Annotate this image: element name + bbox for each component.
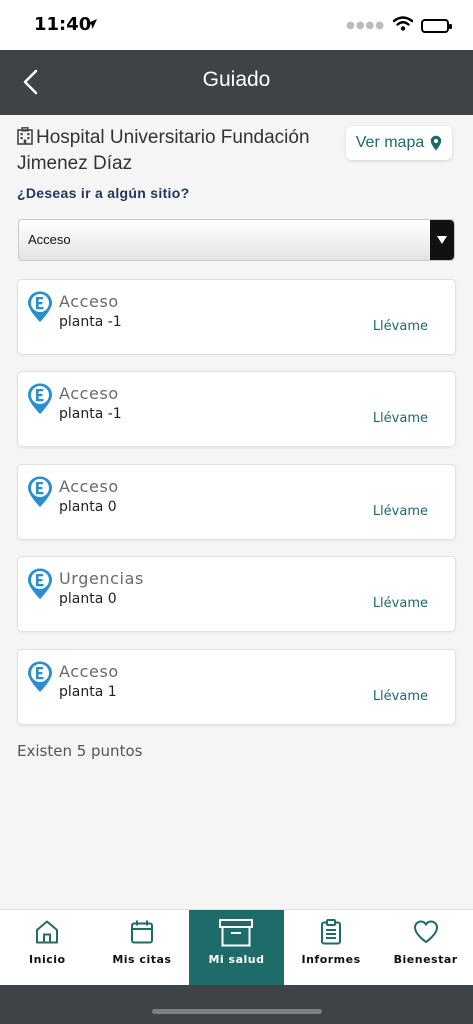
- point-title: Acceso: [59, 292, 119, 311]
- points-count: Existen 5 puntos: [17, 742, 143, 760]
- bottom-tab-bar: Inicio Mis citas Mi salud Informes Biene…: [0, 909, 473, 985]
- point-card: Urgencias planta 0 Llévame: [17, 556, 456, 632]
- point-card: Acceso planta 0 Llévame: [17, 464, 456, 540]
- point-floor: planta 1: [59, 684, 117, 700]
- tab-inicio[interactable]: Inicio: [0, 910, 95, 985]
- point-floor: planta 0: [59, 591, 117, 607]
- view-map-label: Ver mapa: [355, 134, 425, 151]
- home-icon: [33, 918, 61, 950]
- status-indicators: ●●●●: [346, 16, 452, 35]
- hospital-pin-icon: [27, 661, 53, 697]
- wifi-icon: [392, 16, 414, 35]
- point-title: Acceso: [59, 477, 119, 496]
- hospital-name-text: Hospital Universitario Fundación Jimenez…: [17, 127, 310, 174]
- map-pin-icon: [431, 135, 442, 151]
- take-me-button[interactable]: Llévame: [373, 689, 428, 704]
- tab-label: Mis citas: [112, 953, 172, 966]
- hospital-name: Hospital Universitario Fundación Jimenez…: [17, 126, 337, 176]
- tab-mi-salud[interactable]: Mi salud: [189, 910, 284, 985]
- point-floor: planta -1: [59, 406, 122, 422]
- status-time: 11:40: [34, 14, 92, 35]
- calendar-icon: [128, 918, 156, 950]
- hospital-pin-icon: [27, 291, 53, 327]
- hospital-pin-icon: [27, 476, 53, 512]
- point-card: Acceso planta -1 Llévame: [17, 279, 456, 355]
- home-indicator-area: [0, 985, 473, 1024]
- caret-down-icon: [430, 220, 454, 260]
- heart-icon: [412, 918, 440, 950]
- destination-select-value: Acceso: [28, 232, 71, 247]
- status-bar: 11:40 ●●●●: [0, 0, 473, 50]
- point-title: Acceso: [59, 384, 119, 403]
- signal-icon: ●●●●: [346, 20, 385, 31]
- destination-question: ¿Deseas ir a algún sitio?: [17, 185, 190, 201]
- point-card: Acceso planta 1 Llévame: [17, 649, 456, 725]
- point-floor: planta 0: [59, 499, 117, 515]
- take-me-button[interactable]: Llévame: [373, 319, 428, 334]
- tab-label: Mi salud: [208, 953, 265, 966]
- tab-label: Inicio: [29, 953, 66, 966]
- navigation-bar: Guiado: [0, 50, 473, 115]
- tab-label: Informes: [301, 953, 361, 966]
- take-me-button[interactable]: Llévame: [373, 504, 428, 519]
- point-floor: planta -1: [59, 314, 122, 330]
- location-arrow-icon: [86, 15, 98, 34]
- destination-select[interactable]: Acceso: [18, 219, 455, 261]
- hospital-pin-icon: [27, 568, 53, 604]
- home-indicator[interactable]: [152, 1009, 322, 1014]
- take-me-button[interactable]: Llévame: [373, 411, 428, 426]
- hospital-building-icon: [17, 127, 33, 152]
- clipboard-icon: [317, 918, 345, 950]
- archive-box-icon: [218, 918, 254, 952]
- hospital-pin-icon: [27, 383, 53, 419]
- tab-label: Bienestar: [393, 953, 458, 966]
- point-card: Acceso planta -1 Llévame: [17, 371, 456, 447]
- tab-mis-citas[interactable]: Mis citas: [95, 910, 190, 985]
- page-title: Guiado: [202, 68, 271, 91]
- view-map-button[interactable]: Ver mapa: [346, 126, 452, 160]
- point-title: Urgencias: [59, 569, 144, 588]
- point-title: Acceso: [59, 662, 119, 681]
- tab-bienestar[interactable]: Bienestar: [378, 910, 473, 985]
- tab-informes[interactable]: Informes: [284, 910, 379, 985]
- take-me-button[interactable]: Llévame: [373, 596, 428, 611]
- battery-icon: [421, 18, 452, 33]
